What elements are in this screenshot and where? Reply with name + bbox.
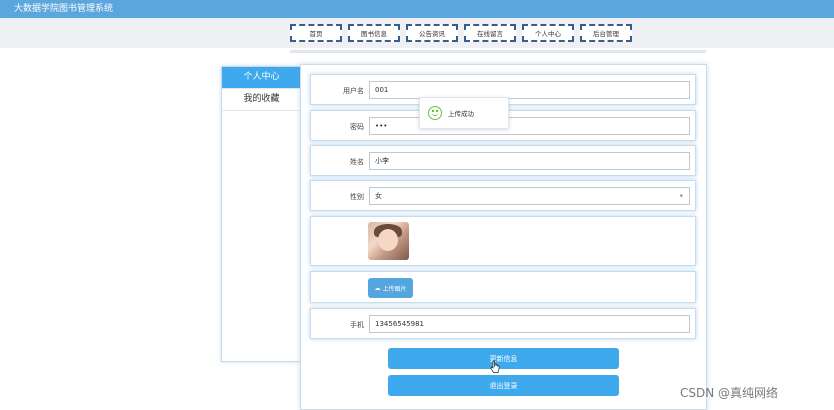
- logout-button[interactable]: 退出登录: [388, 375, 619, 396]
- upload-button-label: 上传图片: [382, 285, 407, 293]
- avatar-row: [310, 216, 696, 266]
- upload-row: ☁ 上传图片: [310, 271, 696, 303]
- password-label: 密码: [350, 123, 364, 131]
- hand-cursor-icon: [490, 360, 500, 373]
- main-nav: 首页 图书信息 公告资讯 在线留言 个人中心 后台管理: [290, 24, 640, 44]
- phone-field[interactable]: 13456545981: [369, 315, 690, 333]
- username-label: 用户名: [343, 87, 364, 95]
- sidebar-item-profile[interactable]: 个人中心: [222, 67, 301, 89]
- top-bar: 大数据学院图书管理系统: [0, 0, 834, 18]
- nav-item-messages[interactable]: 在线留言: [464, 24, 516, 42]
- phone-row: 手机 13456545981: [310, 308, 696, 339]
- gender-row: 性别 女 ▾: [310, 180, 696, 211]
- toast-message: 上传成功: [448, 110, 474, 118]
- avatar-image: [368, 222, 409, 260]
- nav-divider: [290, 50, 706, 53]
- password-field[interactable]: •••: [369, 117, 690, 135]
- app-title: 大数据学院图书管理系统: [14, 4, 114, 14]
- nav-item-books[interactable]: 图书信息: [348, 24, 400, 42]
- chevron-down-icon: ▾: [679, 192, 683, 200]
- name-field[interactable]: 小李: [369, 152, 690, 170]
- gender-select[interactable]: 女 ▾: [369, 187, 690, 205]
- username-field[interactable]: 001: [369, 81, 690, 99]
- phone-label: 手机: [350, 321, 364, 329]
- watermark-text: CSDN @真纯网络: [680, 386, 779, 400]
- gender-label: 性别: [350, 193, 364, 201]
- success-toast: 上传成功: [419, 97, 509, 129]
- nav-item-home[interactable]: 首页: [290, 24, 342, 42]
- upload-image-button[interactable]: ☁ 上传图片: [368, 278, 413, 298]
- name-row: 姓名 小李: [310, 145, 696, 176]
- nav-item-admin[interactable]: 后台管理: [580, 24, 632, 42]
- nav-area: 首页 图书信息 公告资讯 在线留言 个人中心 后台管理: [0, 18, 834, 48]
- profile-sidebar: 个人中心 我的收藏: [221, 66, 301, 362]
- gender-value: 女: [375, 192, 382, 200]
- nav-item-news[interactable]: 公告资讯: [406, 24, 458, 42]
- name-label: 姓名: [350, 158, 364, 166]
- nav-item-profile[interactable]: 个人中心: [522, 24, 574, 42]
- success-smile-icon: [428, 106, 442, 120]
- update-info-button[interactable]: 更新信息: [388, 348, 619, 369]
- sidebar-item-favorites[interactable]: 我的收藏: [222, 89, 301, 111]
- upload-icon: ☁: [374, 284, 381, 292]
